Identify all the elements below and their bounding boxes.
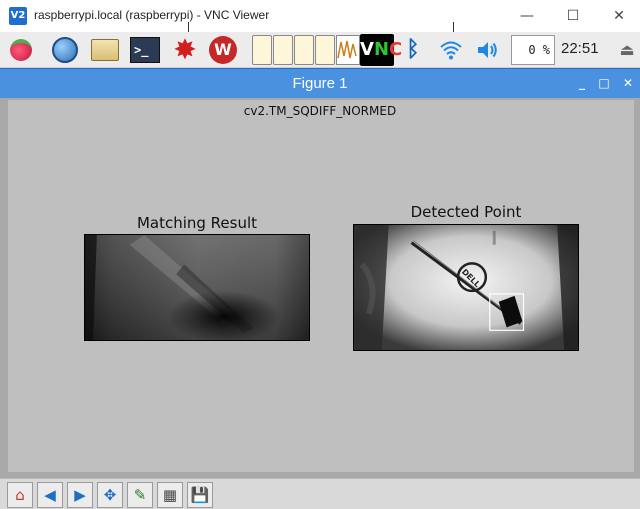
file-manager-folder-icon[interactable] (90, 35, 120, 65)
volume-icon[interactable] (472, 35, 502, 65)
forward-arrow-icon[interactable]: ▶ (67, 482, 93, 508)
figure-maximize-button[interactable]: □ (596, 75, 612, 91)
eject-icon[interactable]: ⏏ (612, 35, 640, 65)
cpu-usage-monitor[interactable]: 0 % (511, 35, 555, 65)
figure-minimize-button[interactable]: _ (574, 75, 590, 91)
close-button[interactable]: ✕ (596, 4, 640, 28)
figure-suptitle: cv2.TM_SQDIFF_NORMED (243, 104, 397, 118)
matching-result-title: Matching Result (136, 214, 258, 232)
pan-move-icon[interactable]: ✥ (97, 482, 123, 508)
maximize-button[interactable]: ☐ (550, 4, 596, 28)
vnc-titlebar: V2 raspberrypi.local (raspberrypi) - VNC… (0, 0, 640, 34)
vnc-app-icon: V2 (9, 7, 27, 25)
matching-result-image[interactable] (84, 234, 310, 341)
chart-window-icon[interactable] (336, 35, 360, 65)
wolfram-icon[interactable]: W (208, 35, 238, 65)
terminal-icon[interactable]: >_ (130, 35, 160, 65)
subplots-config-icon[interactable]: ▦ (157, 482, 183, 508)
globe-browser-icon[interactable] (50, 35, 80, 65)
wifi-icon[interactable] (436, 35, 466, 65)
bluetooth-icon[interactable]: ᛒ (398, 35, 428, 65)
red-burst-icon[interactable]: ✸ (170, 35, 200, 65)
screen: V2 raspberrypi.local (raspberrypi) - VNC… (0, 0, 640, 509)
clock[interactable]: 22:51 (561, 40, 599, 57)
open-window-icon[interactable] (252, 35, 272, 65)
raspberry-menu-icon[interactable] (6, 35, 36, 65)
taskbar: >_ ✸ W VNC ᛒ 0 % 22:51 ⏏ (0, 32, 640, 68)
open-window-icon[interactable] (315, 35, 335, 65)
open-window-icon[interactable] (294, 35, 314, 65)
detected-point-image[interactable]: DELL (353, 224, 579, 351)
home-icon[interactable]: ⌂ (7, 482, 33, 508)
figure-window-title: Figure 1 (292, 75, 348, 92)
vnc-server-icon[interactable]: VNC (360, 34, 402, 66)
back-arrow-icon[interactable]: ◀ (37, 482, 63, 508)
open-window-icon[interactable] (273, 35, 293, 65)
save-floppy-icon[interactable]: 💾 (187, 482, 213, 508)
detected-point-title: Detected Point (410, 203, 522, 221)
minimize-button[interactable]: — (504, 4, 550, 28)
figure-close-button[interactable]: ✕ (620, 75, 636, 91)
matplotlib-toolbar: ⌂ ◀ ▶ ✥ ✎ ▦ 💾 (0, 478, 640, 509)
vnc-window-title: raspberrypi.local (raspberrypi) - VNC Vi… (34, 8, 270, 22)
zoom-rect-icon[interactable]: ✎ (127, 482, 153, 508)
figure-titlebar: Figure 1 _ □ ✕ (0, 68, 640, 98)
